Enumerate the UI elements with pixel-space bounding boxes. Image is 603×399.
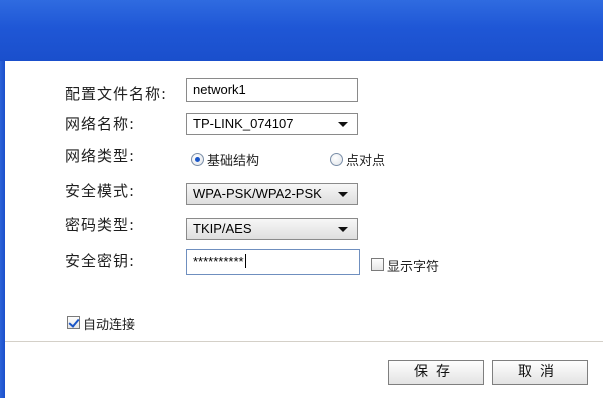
network-name-combobox[interactable]: TP-LINK_074107 bbox=[186, 113, 358, 135]
network-name-value: TP-LINK_074107 bbox=[193, 116, 294, 131]
cipher-type-label: 密码类型: bbox=[65, 216, 136, 234]
auto-connect-label[interactable]: 自动连接 bbox=[83, 314, 135, 333]
network-name-label: 网络名称: bbox=[65, 115, 136, 133]
security-mode-label: 安全模式: bbox=[65, 182, 136, 200]
profile-name-input[interactable]: network1 bbox=[186, 78, 358, 102]
security-key-label: 安全密钥: bbox=[65, 252, 136, 270]
radio-adhoc-label[interactable]: 点对点 bbox=[346, 150, 385, 169]
chevron-down-icon[interactable] bbox=[338, 122, 348, 127]
chevron-down-icon[interactable] bbox=[338, 192, 348, 197]
cipher-type-combobox[interactable]: TKIP/AES bbox=[186, 218, 358, 240]
window-titlebar[interactable] bbox=[0, 0, 603, 61]
cipher-type-value: TKIP/AES bbox=[193, 221, 252, 236]
chevron-down-icon[interactable] bbox=[338, 227, 348, 232]
radio-infrastructure[interactable] bbox=[191, 153, 204, 166]
cancel-button[interactable]: 取消 bbox=[492, 360, 588, 385]
profile-name-label: 配置文件名称: bbox=[65, 85, 168, 103]
radio-adhoc[interactable] bbox=[330, 153, 343, 166]
security-mode-value: WPA-PSK/WPA2-PSK bbox=[193, 186, 322, 201]
profile-form: 配置文件名称: network1 网络名称: TP-LINK_074107 网络… bbox=[5, 61, 603, 341]
dialog-footer: 保存 取消 bbox=[5, 341, 603, 399]
security-key-value: ********** bbox=[193, 254, 244, 269]
auto-connect-checkbox[interactable] bbox=[67, 316, 80, 329]
show-chars-label[interactable]: 显示字符 bbox=[387, 256, 439, 275]
security-key-input[interactable]: ********** bbox=[186, 249, 360, 275]
show-chars-checkbox[interactable] bbox=[371, 258, 384, 271]
save-button[interactable]: 保存 bbox=[388, 360, 484, 385]
network-type-label: 网络类型: bbox=[65, 147, 136, 165]
text-cursor bbox=[244, 254, 246, 268]
radio-infrastructure-label[interactable]: 基础结构 bbox=[207, 150, 259, 169]
security-mode-combobox[interactable]: WPA-PSK/WPA2-PSK bbox=[186, 183, 358, 205]
